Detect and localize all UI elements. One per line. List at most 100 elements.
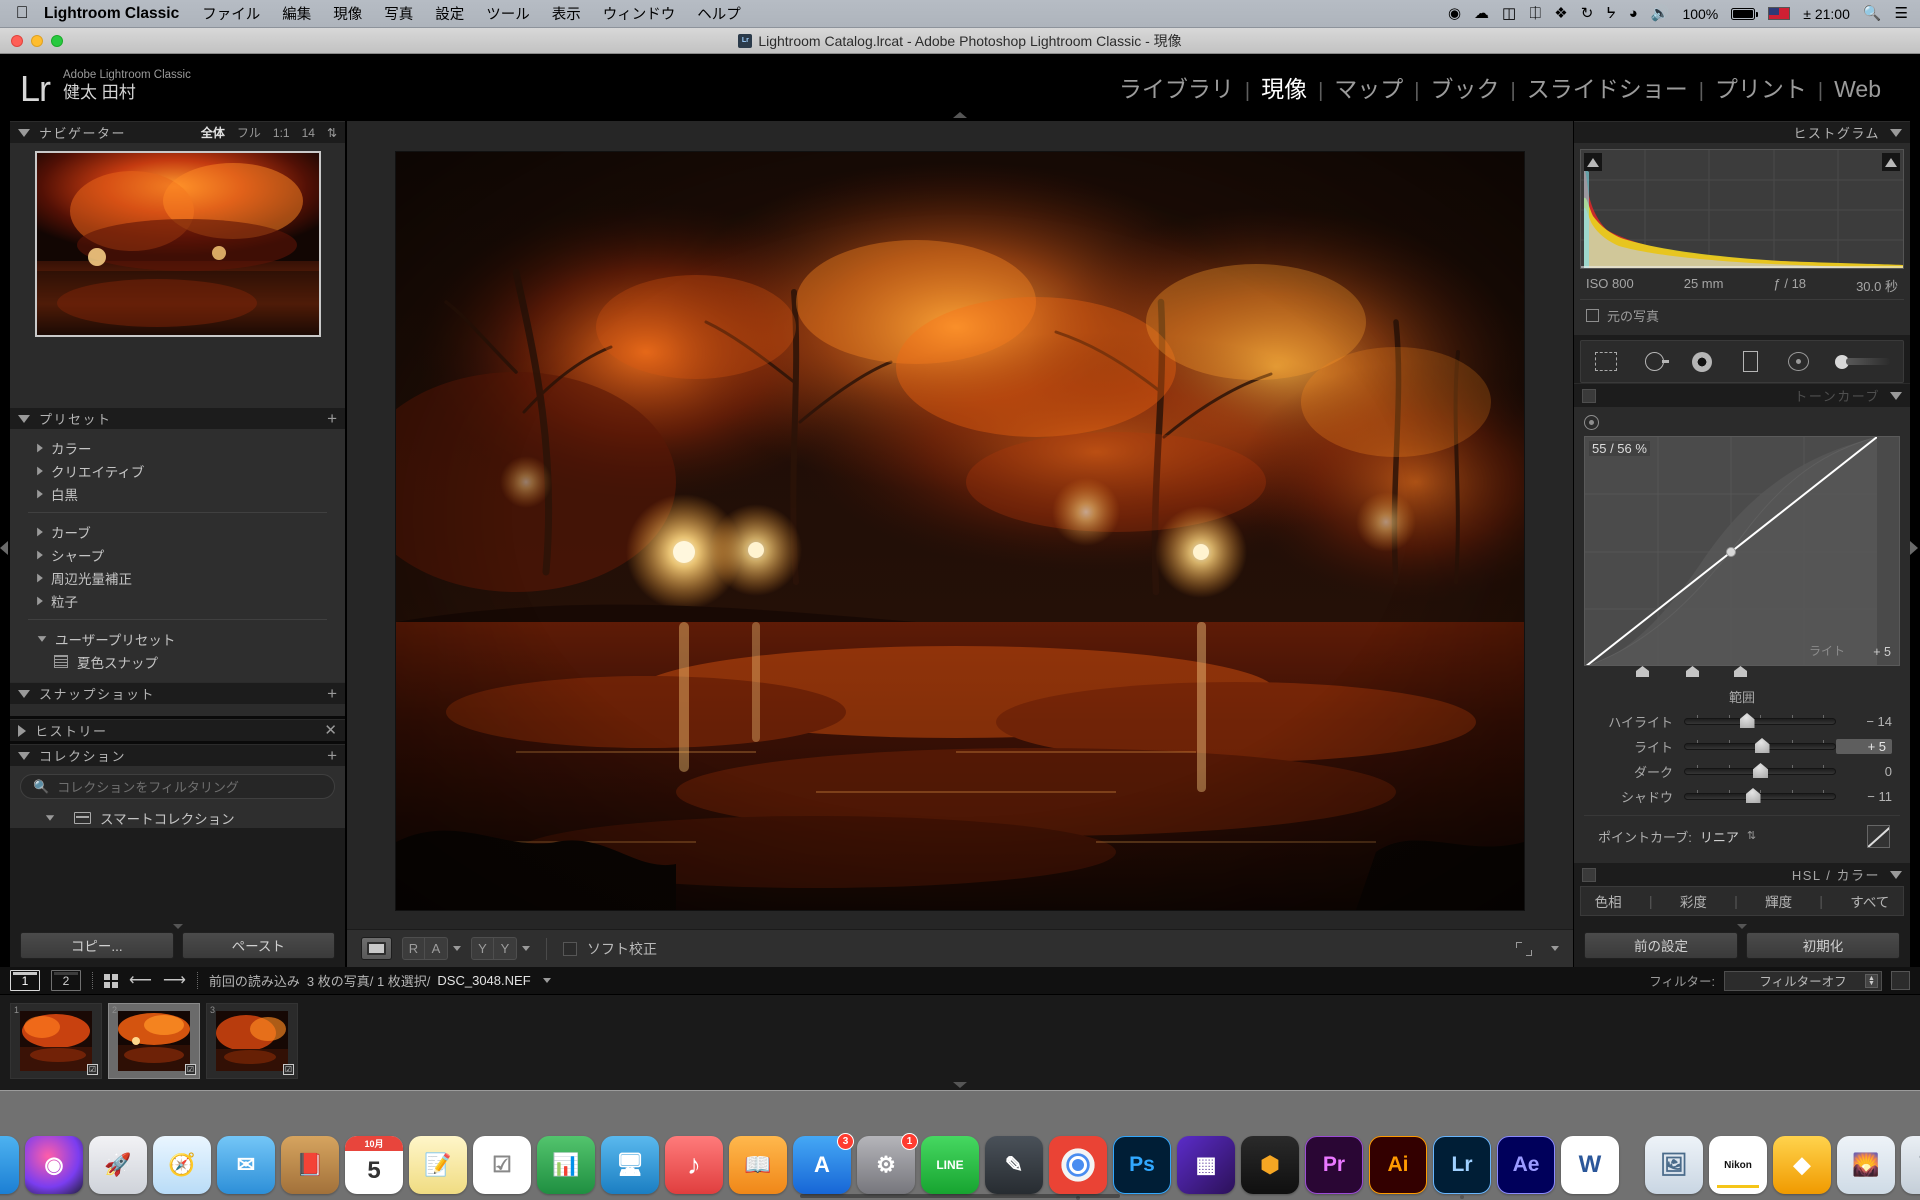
preset-group-curve[interactable]: カーブ	[10, 520, 345, 543]
target-adjust-icon[interactable]	[1584, 415, 1599, 430]
hsl-tab-hue[interactable]: 色相	[1595, 891, 1622, 911]
top-panel-collapse-arrow[interactable]	[953, 112, 967, 118]
hsl-tab-saturation[interactable]: 彩度	[1680, 891, 1707, 911]
toolbar-chevron-down-icon[interactable]	[1551, 946, 1559, 951]
preview-icon[interactable]: 🖼	[1645, 1136, 1703, 1194]
collection-filter-input[interactable]: 🔍 コレクションをフィルタリング	[20, 774, 335, 799]
chevron-right-icon[interactable]	[18, 724, 26, 737]
numbers-icon[interactable]: 📊	[537, 1136, 595, 1194]
slider-knob[interactable]	[1739, 713, 1755, 728]
navigator-preview-image[interactable]	[34, 151, 321, 337]
collection-item-smart[interactable]: スマートコレクション	[20, 799, 335, 828]
flag-chevron-down-icon[interactable]	[522, 946, 530, 951]
filmstrip-thumb-3[interactable]: 3 ☑	[206, 1003, 298, 1079]
highlight-clipping-icon[interactable]	[1882, 153, 1900, 171]
minimize-button[interactable]	[31, 35, 43, 47]
photoshop-icon[interactable]: Ps	[1113, 1136, 1171, 1194]
navigator-header[interactable]: ナビゲーター 全体 フル 1:1 14 ⇅	[10, 121, 345, 143]
slider-highlights[interactable]: ハイライト − 14	[1584, 709, 1900, 734]
settings-icon[interactable]: ⚙ 1	[857, 1133, 918, 1194]
menu-item-file[interactable]: ファイル	[191, 3, 271, 24]
apple-logo-icon[interactable]: 	[0, 4, 44, 24]
menu-item-view[interactable]: 表示	[541, 3, 592, 24]
html5-icon[interactable]: ⎅	[1529, 6, 1541, 21]
arrow-left-icon[interactable]: ⟵	[129, 972, 152, 989]
main-photo[interactable]	[396, 152, 1524, 910]
backup-icon[interactable]: ◫	[1502, 6, 1516, 21]
slider-value[interactable]: 0	[1836, 764, 1892, 779]
identity-plate[interactable]: Lr Adobe Lightroom Classic 健太 田村	[20, 68, 191, 107]
module-book[interactable]: ブック	[1420, 70, 1511, 104]
paste-button[interactable]: ペースト	[181, 931, 335, 959]
thumb-badge[interactable]: ☑	[283, 1064, 294, 1075]
slider-value[interactable]: − 11	[1836, 789, 1892, 804]
chevron-down-icon[interactable]	[1890, 391, 1902, 400]
spot-removal-icon[interactable]	[1639, 348, 1669, 375]
slider-value[interactable]: + 5	[1836, 739, 1892, 754]
module-develop[interactable]: 現像	[1250, 70, 1318, 104]
finder-icon[interactable]: ☺	[0, 1136, 19, 1194]
filename-chevron-down-icon[interactable]	[542, 978, 551, 983]
reset-button[interactable]: 初期化	[1746, 931, 1900, 959]
dropbox-icon[interactable]: ❖	[1554, 6, 1567, 21]
aftereffects-icon[interactable]: Ae	[1497, 1136, 1555, 1194]
histogram-plot[interactable]	[1580, 149, 1904, 269]
slider-track[interactable]	[1684, 788, 1836, 803]
search-icon[interactable]: 🔍	[1863, 6, 1882, 21]
bluetooth-icon[interactable]: ᔭ	[1606, 6, 1615, 21]
original-photo-checkbox[interactable]	[1586, 309, 1599, 322]
module-library[interactable]: ライブラリ	[1108, 70, 1245, 104]
cloud-icon[interactable]: ☁	[1474, 6, 1489, 21]
preset-group-user[interactable]: ユーザープリセット	[10, 627, 345, 650]
appstore-icon[interactable]: A3	[793, 1133, 854, 1194]
menu-item-settings[interactable]: 設定	[424, 3, 475, 24]
hsl-header[interactable]: HSL / カラー	[1574, 862, 1910, 886]
lightroom-icon[interactable]: Lr	[1433, 1136, 1491, 1199]
grid-view-icon[interactable]	[104, 973, 118, 988]
point-curve-value[interactable]: リニア	[1700, 827, 1739, 846]
loupe-view-button[interactable]	[361, 937, 392, 960]
chevron-down-icon[interactable]	[1890, 870, 1902, 879]
volume-icon[interactable]: 🔊	[1651, 6, 1670, 21]
tone-curve-graph[interactable]: 55 / 56 % ライト + 5	[1584, 436, 1900, 666]
shadow-clipping-icon[interactable]	[1584, 153, 1602, 171]
slider-track[interactable]	[1684, 738, 1836, 753]
clock-label[interactable]: ± 21:00	[1803, 6, 1850, 22]
keynote-icon[interactable]: 🖥	[601, 1136, 659, 1194]
screen-1-button[interactable]: 1	[10, 970, 40, 991]
record-icon[interactable]: ◉	[1448, 6, 1461, 21]
line-icon[interactable]: LINE	[921, 1136, 979, 1194]
menu-item-develop[interactable]: 現像	[322, 3, 373, 24]
slider-knob[interactable]	[1754, 738, 1770, 753]
word-icon[interactable]: W	[1561, 1136, 1619, 1194]
curve-split-handle-2[interactable]	[1686, 666, 1699, 677]
close-button[interactable]	[11, 35, 23, 47]
notes-icon[interactable]: 📝	[409, 1136, 467, 1194]
menu-item-help[interactable]: ヘルプ	[686, 3, 752, 24]
safari-icon[interactable]: 🧭	[153, 1136, 211, 1194]
slider-knob[interactable]	[1753, 763, 1768, 778]
original-photo-row[interactable]: 元の写真	[1580, 299, 1904, 329]
calendar-icon[interactable]: 10月 5	[345, 1136, 403, 1194]
left-panel-resize-arrow[interactable]	[172, 924, 183, 929]
timemachine-icon[interactable]: ↻	[1581, 6, 1594, 21]
arrow-right-icon[interactable]: ⟶	[163, 972, 186, 989]
radial-filter-icon[interactable]	[1783, 348, 1813, 375]
right-panel-collapse-arrow[interactable]	[1910, 541, 1920, 567]
module-map[interactable]: マップ	[1323, 70, 1414, 104]
previous-button[interactable]: 前の設定	[1584, 931, 1738, 959]
preset-group-sharp[interactable]: シャープ	[10, 543, 345, 566]
nikon-icon[interactable]: Nikon	[1709, 1136, 1767, 1194]
chevron-down-icon[interactable]	[1890, 128, 1902, 137]
add-preset-icon[interactable]: +	[327, 410, 337, 427]
point-curve-stepper-icon[interactable]: ⇅	[1747, 831, 1756, 842]
preset-group-vignette[interactable]: 周辺光量補正	[10, 566, 345, 589]
hsl-tab-luminance[interactable]: 輝度	[1765, 891, 1792, 911]
presets-header[interactable]: プリセット +	[10, 407, 345, 429]
sketch-icon[interactable]: ◆	[1773, 1136, 1831, 1194]
module-slideshow[interactable]: スライドショー	[1516, 70, 1699, 104]
photos-icon[interactable]: 🌄	[1837, 1136, 1895, 1194]
thumb-badge[interactable]: ☑	[185, 1064, 196, 1075]
input-source-flag-icon[interactable]	[1768, 7, 1791, 20]
filmstrip-thumb-1[interactable]: 1 ☑	[10, 1003, 102, 1079]
